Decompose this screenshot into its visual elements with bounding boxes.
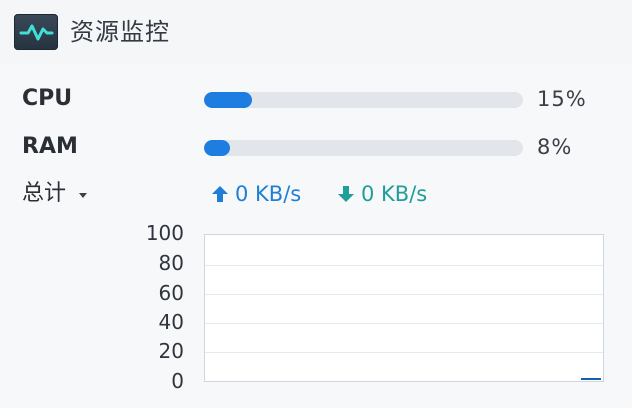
y-tick-label: 80 xyxy=(158,251,184,275)
widget-header: 资源监控 xyxy=(0,0,632,64)
y-tick-label: 60 xyxy=(158,281,184,305)
chart-gridline xyxy=(205,352,603,353)
network-scope-dropdown[interactable]: 总计 xyxy=(22,180,66,208)
download-rate-text: 0 KB/s xyxy=(361,182,428,206)
upload-arrow-icon xyxy=(212,186,228,202)
chart-plot-area xyxy=(204,234,604,382)
chart-series-line xyxy=(581,378,601,380)
y-tick-label: 0 xyxy=(171,369,184,393)
upload-rate: 0 KB/s xyxy=(211,180,301,208)
resource-monitor-widget: 资源监控 CPU 15% RAM 8% 总计 0 KB/s 0 KB/s 100… xyxy=(0,0,632,408)
download-rate: 0 KB/s xyxy=(337,180,427,208)
cpu-usage-fill xyxy=(204,92,252,108)
ram-usage-bar xyxy=(204,140,523,156)
activity-monitor-icon xyxy=(14,14,58,50)
cpu-usage-bar xyxy=(204,92,523,108)
chevron-down-icon[interactable] xyxy=(79,193,87,198)
cpu-percent: 15% xyxy=(537,87,587,111)
network-chart: 100 80 60 40 20 0 xyxy=(130,222,610,397)
download-arrow-icon xyxy=(338,186,354,202)
ram-percent: 8% xyxy=(537,135,573,159)
ram-usage-fill xyxy=(204,140,230,156)
y-tick-label: 40 xyxy=(158,310,184,334)
chart-gridline xyxy=(205,265,603,266)
chart-gridline xyxy=(205,294,603,295)
widget-title: 资源监控 xyxy=(70,18,170,46)
y-tick-label: 20 xyxy=(158,339,184,363)
cpu-label: CPU xyxy=(22,86,73,111)
y-tick-label: 100 xyxy=(145,221,184,245)
chart-gridline xyxy=(205,323,603,324)
upload-rate-text: 0 KB/s xyxy=(235,182,302,206)
ram-label: RAM xyxy=(22,134,78,159)
